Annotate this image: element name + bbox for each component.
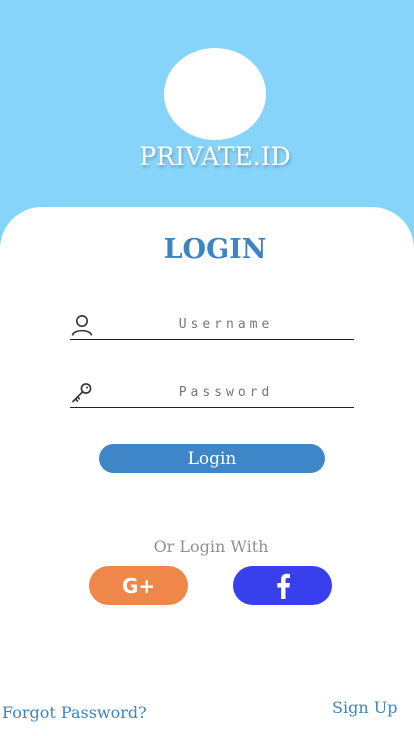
username-field [70,309,354,340]
password-field [70,377,354,408]
facebook-icon [273,573,293,599]
brand-title: PRIVATE.ID [139,142,291,171]
header-background: PRIVATE.ID [0,0,414,240]
username-input[interactable] [116,313,336,335]
password-input[interactable] [116,381,336,403]
google-plus-icon: G+ [121,573,156,598]
key-icon [70,381,94,405]
login-button[interactable]: Login [99,444,325,473]
sign-up-link[interactable]: Sign Up [332,698,397,717]
logo-circle [164,48,266,140]
or-login-with-text: Or Login With [153,537,269,556]
google-plus-button[interactable]: G+ [89,566,188,605]
forgot-password-link[interactable]: Forgot Password? [2,703,147,722]
login-title: LOGIN [163,234,267,265]
user-icon [70,313,94,337]
facebook-button[interactable] [233,566,332,605]
